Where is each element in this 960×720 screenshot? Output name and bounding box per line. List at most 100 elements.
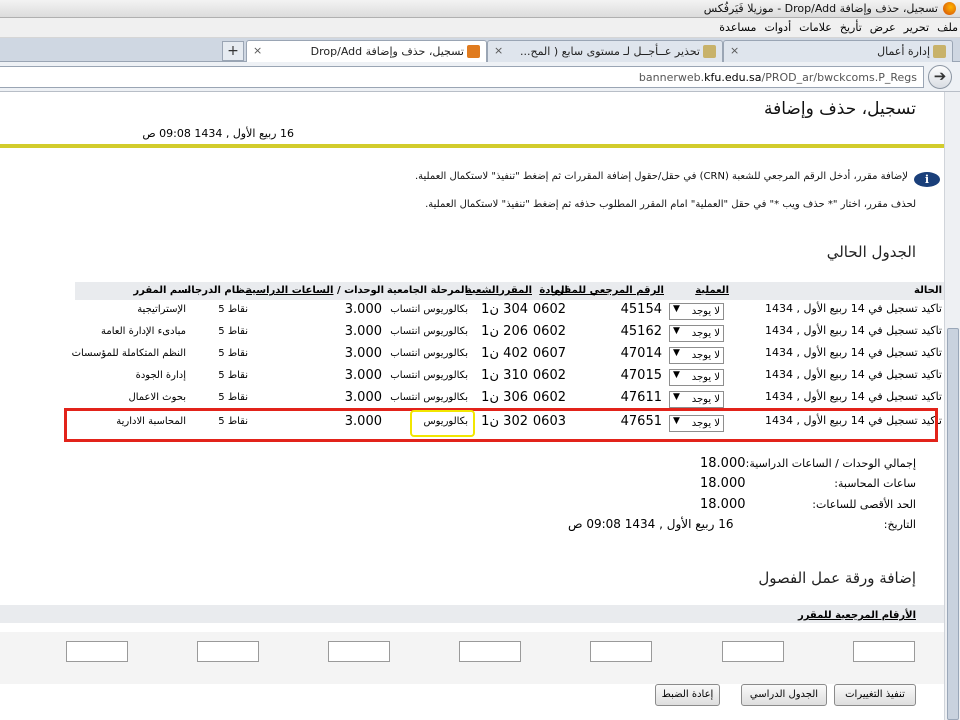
close-tab-icon[interactable]: × (494, 44, 503, 57)
row-grade-mode: نقاط 5 (218, 326, 248, 337)
vertical-scrollbar[interactable] (944, 92, 960, 720)
row-course: 402 (503, 346, 528, 361)
scrollbar-thumb[interactable] (947, 328, 959, 720)
crn-input-7[interactable] (66, 641, 128, 662)
row-section: ن1 (481, 390, 499, 405)
navigation-bar: bannerweb.kfu.edu.sa/PROD_ar/bwckcoms.P_… (0, 62, 960, 92)
header-section: الشعبة (465, 285, 499, 296)
page-title: تسجيل، حذف وإضافة (763, 99, 916, 119)
menu-edit[interactable]: تحرير (904, 21, 929, 34)
action-select-value: لا يوجد (691, 328, 720, 339)
new-tab-button[interactable]: + (222, 41, 244, 61)
row-course: 206 (503, 324, 528, 339)
chevron-down-icon: ▼ (673, 370, 680, 380)
page-date: 16 ربيع الأول , 1434 09:08 ص (142, 127, 294, 140)
drop-instructions: لحذف مقرر، اختار "* حذف ويب *" في حقل "ا… (425, 199, 916, 210)
menu-view[interactable]: عرض (870, 21, 896, 34)
date-value: 16 ربيع الأول , 1434 09:08 ص (568, 517, 734, 531)
row-course: 306 (503, 390, 528, 405)
action-select-value: لا يوجد (691, 372, 720, 383)
action-select[interactable]: لا يوجد ▼ (669, 303, 724, 320)
row-subject: 0602 (532, 368, 566, 383)
row-course-name: إدارة الجودة (135, 370, 186, 381)
menu-help[interactable]: مساعدة (719, 21, 756, 34)
row-units: 3.000 (344, 302, 382, 317)
header-status: الحالة (914, 285, 942, 296)
total-units-value: 18.000 (700, 456, 746, 471)
title-bar: تسجيل، حذف وإضافة Drop/Add - موزيلا فَيَ… (0, 0, 960, 18)
info-icon: i (914, 172, 940, 187)
row-course-name: مبادىء الإدارة العامة (101, 326, 186, 337)
action-select[interactable]: لا يوجد ▼ (669, 391, 724, 408)
crn-input-1[interactable] (853, 641, 915, 662)
tab-label: تحذير عــأجــل لـ مستوى سابع ( المح... (519, 45, 700, 58)
window-title: تسجيل، حذف وإضافة Drop/Add - موزيلا فَيَ… (703, 2, 938, 15)
row-units: 3.000 (344, 390, 382, 405)
crn-input-2[interactable] (722, 641, 784, 662)
favicon-icon (703, 45, 716, 58)
tab-bar: إدارة أعمال × تحذير عــأجــل لـ مستوى سا… (0, 38, 960, 63)
add-instructions: لإضافة مقرر، أدخل الرقم المرجعي للشعبة (… (415, 171, 908, 182)
reset-button[interactable]: إعادة الضبط (655, 684, 720, 706)
row-status: تاكيد تسجيل في 14 ربيع الأول , 1434 (765, 368, 942, 381)
menu-file[interactable]: ملف (937, 21, 958, 34)
title-divider (0, 144, 944, 148)
tab-label: إدارة أعمال (877, 45, 930, 58)
row-status: تاكيد تسجيل في 14 ربيع الأول , 1434 (765, 324, 942, 337)
crn-header: الأرقام المرجعية للمقرر (797, 610, 916, 621)
tab-drop-add[interactable]: تسجيل، حذف وإضافة Drop/Add × (246, 40, 487, 63)
crn-input-4[interactable] (459, 641, 521, 662)
menu-tools[interactable]: أدوات (764, 21, 791, 34)
tab-business-admin[interactable]: إدارة أعمال × (723, 40, 953, 62)
row-subject: 0602 (532, 302, 566, 317)
row-status: تاكيد تسجيل في 14 ربيع الأول , 1434 (765, 390, 942, 403)
header-action: العملية (695, 285, 729, 296)
row-crn: 47014 (620, 346, 662, 361)
row-units: 3.000 (344, 368, 382, 383)
row-level: بكالوريوس انتساب (390, 348, 468, 359)
crn-input-3[interactable] (590, 641, 652, 662)
class-schedule-button[interactable]: الجدول الدراسي (741, 684, 827, 706)
row-section: ن1 (481, 324, 499, 339)
crn-input-5[interactable] (328, 641, 390, 662)
row-crn: 47015 (620, 368, 662, 383)
menu-history[interactable]: تأريخ (840, 21, 862, 34)
row-status: تاكيد تسجيل في 14 ربيع الأول , 1434 (765, 346, 942, 359)
header-subject: المادة (539, 285, 568, 296)
menu-bookmarks[interactable]: علامات (799, 21, 832, 34)
tab-warning[interactable]: تحذير عــأجــل لـ مستوى سابع ( المح... × (487, 40, 723, 62)
row-section: ن1 (481, 368, 499, 383)
max-hours-value: 18.000 (700, 497, 746, 512)
header-crn: الرقم المرجعي للمقرر (552, 285, 664, 296)
row-course-name: النظم المتكاملة للمؤسسات (71, 348, 186, 359)
page-content: تسجيل، حذف وإضافة 16 ربيع الأول , 1434 0… (0, 92, 944, 720)
action-select-value: لا يوجد (691, 394, 720, 405)
row-course: 304 (503, 302, 528, 317)
close-tab-icon[interactable]: × (730, 44, 739, 57)
row-section: ن1 (481, 302, 499, 317)
row-grade-mode: نقاط 5 (218, 348, 248, 359)
action-select[interactable]: لا يوجد ▼ (669, 369, 724, 386)
billing-hours-label: ساعات المحاسبة: (834, 477, 916, 490)
close-tab-icon[interactable]: × (253, 44, 262, 57)
menu-bar: ملف تحرير عرض تأريخ علامات أدوات مساعدة (0, 18, 960, 38)
header-course-name: اسم المقرر (133, 285, 191, 296)
header-grade-mode: نظام الدرجات (181, 285, 249, 296)
browser-window: تسجيل، حذف وإضافة Drop/Add - موزيلا فَيَ… (0, 0, 960, 720)
forward-arrow-icon[interactable]: ➔ (928, 65, 952, 89)
row-crn: 45162 (620, 324, 662, 339)
crn-input-6[interactable] (197, 641, 259, 662)
action-select[interactable]: لا يوجد ▼ (669, 325, 724, 342)
row-section: ن1 (481, 346, 499, 361)
row-status: تاكيد تسجيل في 14 ربيع الأول , 1434 (765, 302, 942, 315)
action-select[interactable]: لا يوجد ▼ (669, 347, 724, 364)
highlight-red-box (64, 408, 938, 442)
submit-changes-button[interactable]: تنفيذ التغييرات (834, 684, 916, 706)
current-schedule-heading: الجدول الحالي (826, 243, 916, 261)
row-grade-mode: نقاط 5 (218, 304, 248, 315)
row-crn: 47611 (620, 390, 662, 405)
highlight-yellow-box (410, 410, 475, 437)
url-text: bannerweb.kfu.edu.sa/PROD_ar/bwckcoms.P_… (638, 71, 917, 84)
row-course: 310 (503, 368, 528, 383)
url-bar[interactable]: bannerweb.kfu.edu.sa/PROD_ar/bwckcoms.P_… (0, 66, 924, 88)
